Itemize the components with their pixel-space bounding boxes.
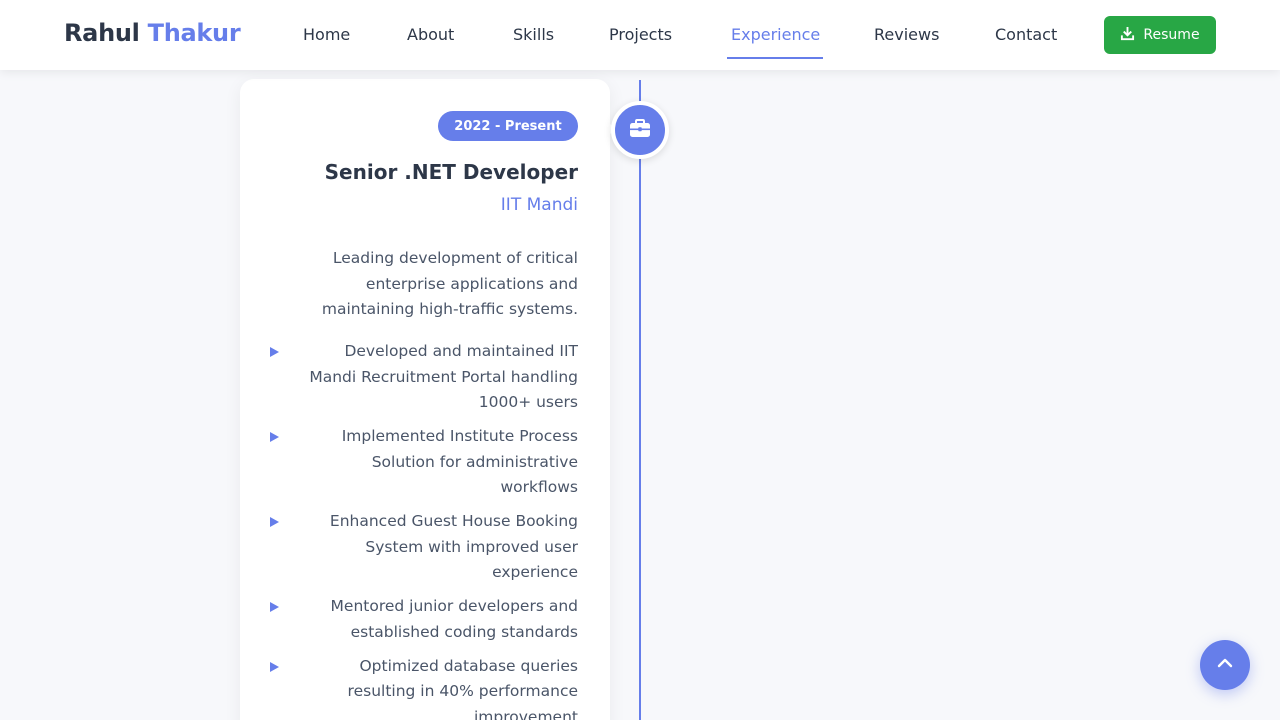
triangle-bullet-icon bbox=[270, 602, 279, 612]
active-nav-underline bbox=[727, 57, 823, 59]
nav-link-contact[interactable]: Contact bbox=[995, 25, 1057, 44]
logo-first-name: Rahul bbox=[64, 19, 140, 47]
company-name: IIT Mandi bbox=[500, 195, 578, 215]
list-item: Optimized database queries resulting in … bbox=[270, 654, 578, 720]
site-logo[interactable]: Rahul Thakur bbox=[64, 19, 241, 47]
job-description: Leading development of critical enterpri… bbox=[321, 249, 578, 318]
nav-link-projects[interactable]: Projects bbox=[609, 25, 672, 44]
job-title: Senior .NET Developer bbox=[324, 160, 578, 184]
chevron-up-icon bbox=[1215, 653, 1235, 677]
list-item: Enhanced Guest House Booking System with… bbox=[270, 509, 578, 586]
resume-button-label: Resume bbox=[1143, 27, 1200, 43]
resume-download-button[interactable]: Resume bbox=[1104, 16, 1216, 54]
highlight-text: Optimized database queries resulting in … bbox=[347, 656, 578, 720]
list-item: Implemented Institute Process Solution f… bbox=[270, 424, 578, 501]
logo-last-name: Thakur bbox=[147, 19, 241, 47]
nav-link-experience[interactable]: Experience bbox=[731, 25, 820, 44]
nav-link-skills[interactable]: Skills bbox=[513, 25, 554, 44]
triangle-bullet-icon bbox=[270, 347, 279, 357]
briefcase-icon bbox=[629, 118, 651, 142]
nav-link-reviews[interactable]: Reviews bbox=[874, 25, 939, 44]
date-range-badge: 2022 - Present bbox=[438, 111, 578, 141]
triangle-bullet-icon bbox=[270, 517, 279, 527]
highlight-text: Mentored junior developers and establish… bbox=[330, 597, 578, 641]
triangle-bullet-icon bbox=[270, 432, 279, 442]
highlight-text: Enhanced Guest House Booking System with… bbox=[329, 512, 578, 581]
list-item: Mentored junior developers and establish… bbox=[270, 594, 578, 645]
triangle-bullet-icon bbox=[270, 661, 279, 672]
download-icon bbox=[1120, 26, 1135, 45]
timeline-marker bbox=[611, 101, 669, 159]
highlights-list: Developed and maintained IIT Mandi Recru… bbox=[270, 339, 578, 720]
timeline-line bbox=[639, 80, 641, 720]
list-item: Developed and maintained IIT Mandi Recru… bbox=[270, 339, 578, 416]
highlight-text: Implemented Institute Process Solution f… bbox=[341, 427, 578, 496]
nav-link-home[interactable]: Home bbox=[303, 25, 350, 44]
navbar: Rahul Thakur Home About Skills Projects … bbox=[0, 0, 1280, 70]
back-to-top-button[interactable] bbox=[1200, 640, 1250, 690]
nav-link-about[interactable]: About bbox=[407, 25, 454, 44]
highlight-text: Developed and maintained IIT Mandi Recru… bbox=[309, 342, 578, 411]
